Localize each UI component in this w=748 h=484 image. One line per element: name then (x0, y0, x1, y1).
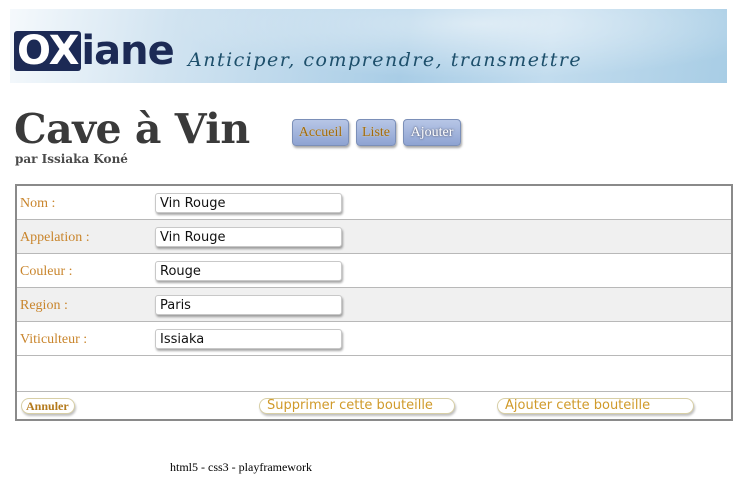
cancel-button[interactable]: Annuler (21, 398, 75, 414)
author-byline: par Issiaka Koné (15, 152, 128, 166)
logo-rest: iane (81, 28, 174, 74)
add-bottle-button[interactable]: Ajouter cette bouteille (497, 398, 694, 414)
header-banner: OXiane Anticiper, comprendre, transmettr… (10, 9, 727, 83)
page-title: Cave à Vin (14, 105, 250, 153)
form-row-viticulteur: Viticulteur : (17, 322, 731, 356)
region-input[interactable] (155, 295, 342, 315)
footer-tech-text: html5 - css3 - playframework (170, 460, 312, 474)
nav-accueil-button[interactable]: Accueil (292, 119, 349, 146)
form-row-appelation: Appelation : (17, 220, 731, 254)
nav-liste-button[interactable]: Liste (356, 119, 396, 146)
nav-ajouter-button[interactable]: Ajouter (403, 119, 461, 146)
form-actions-row: Annuler Supprimer cette bouteille Ajoute… (17, 392, 731, 419)
appelation-input[interactable] (155, 227, 342, 247)
delete-bottle-button[interactable]: Supprimer cette bouteille (259, 398, 455, 414)
nom-input[interactable] (155, 193, 342, 213)
nom-label: Nom : (20, 196, 56, 211)
couleur-input[interactable] (155, 261, 342, 281)
oxiane-logo: OXiane (14, 28, 175, 74)
region-label: Region : (20, 298, 68, 313)
form-row-nom: Nom : (17, 186, 731, 220)
viticulteur-input[interactable] (155, 329, 342, 349)
form-row-region: Region : (17, 288, 731, 322)
wine-form-panel: Nom : Appelation : Couleur : Region : Vi… (15, 184, 733, 421)
logo-highlight: OX (14, 31, 82, 71)
form-spacer-row (17, 356, 731, 392)
banner-tagline: Anticiper, comprendre, transmettre (188, 49, 583, 71)
viticulteur-label: Viticulteur : (20, 332, 88, 347)
form-row-couleur: Couleur : (17, 254, 731, 288)
couleur-label: Couleur : (20, 264, 73, 279)
appelation-label: Appelation : (20, 230, 90, 245)
